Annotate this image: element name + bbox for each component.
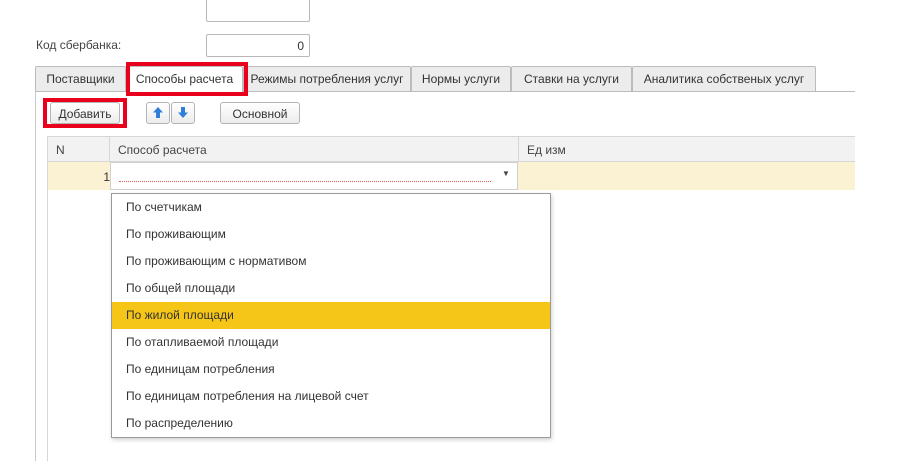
dropdown-option-by-total-area[interactable]: По общей площади (112, 275, 550, 302)
column-header-method[interactable]: Способ расчета (110, 137, 518, 162)
dropdown-option-by-units-per-account[interactable]: По единицам потребления на лицевой счет (112, 383, 550, 410)
panel-border (35, 91, 36, 461)
table-row[interactable]: 1 ▼ (47, 162, 855, 190)
add-button[interactable]: Добавить (50, 102, 120, 124)
method-dropdown-list: По счетчикам По проживающим По проживающ… (111, 193, 551, 438)
main-button[interactable]: Основной (220, 102, 300, 124)
sber-code-input[interactable]: 0 (206, 34, 310, 57)
tab-service-rates[interactable]: Ставки на услуги (511, 66, 632, 91)
tab-suppliers[interactable]: Поставщики (35, 66, 126, 91)
arrow-up-icon (153, 107, 163, 118)
dropdown-option-by-meters[interactable]: По счетчикам (112, 194, 550, 221)
cut-off-field-label (36, 7, 146, 17)
tab-own-services-analytics[interactable]: Аналитика собственых услуг (632, 66, 816, 91)
move-down-button[interactable] (171, 102, 195, 124)
method-cell-editor[interactable]: ▼ (110, 162, 518, 190)
spellcheck-underline (119, 181, 491, 182)
method-dropdown-button[interactable]: ▼ (495, 163, 517, 189)
table-border (47, 190, 48, 461)
table-header: N Способ расчета Ед изм (47, 136, 855, 162)
dropdown-option-by-distribution[interactable]: По распределению (112, 410, 550, 437)
tab-calculation-methods[interactable]: Способы расчета (126, 66, 243, 93)
column-header-unit[interactable]: Ед изм (519, 137, 855, 162)
chevron-down-icon: ▼ (502, 169, 510, 178)
cut-off-field[interactable] (206, 0, 310, 22)
unit-cell[interactable] (519, 162, 855, 190)
dropdown-option-by-residents-norm[interactable]: По проживающим с нормативом (112, 248, 550, 275)
column-header-n[interactable]: N (48, 137, 110, 162)
arrow-down-icon (178, 107, 188, 118)
dropdown-option-by-residents[interactable]: По проживающим (112, 221, 550, 248)
dropdown-option-by-living-area[interactable]: По жилой площади (112, 302, 550, 329)
tab-consumption-modes[interactable]: Режимы потребления услуг (243, 66, 411, 91)
move-up-button[interactable] (146, 102, 170, 124)
row-number: 1 (103, 170, 110, 184)
sber-code-label: Код сбербанка: (36, 38, 122, 52)
tab-service-norms[interactable]: Нормы услуги (411, 66, 511, 91)
dropdown-option-by-consumption-units[interactable]: По единицам потребления (112, 356, 550, 383)
dropdown-option-by-heated-area[interactable]: По отапливаемой площади (112, 329, 550, 356)
